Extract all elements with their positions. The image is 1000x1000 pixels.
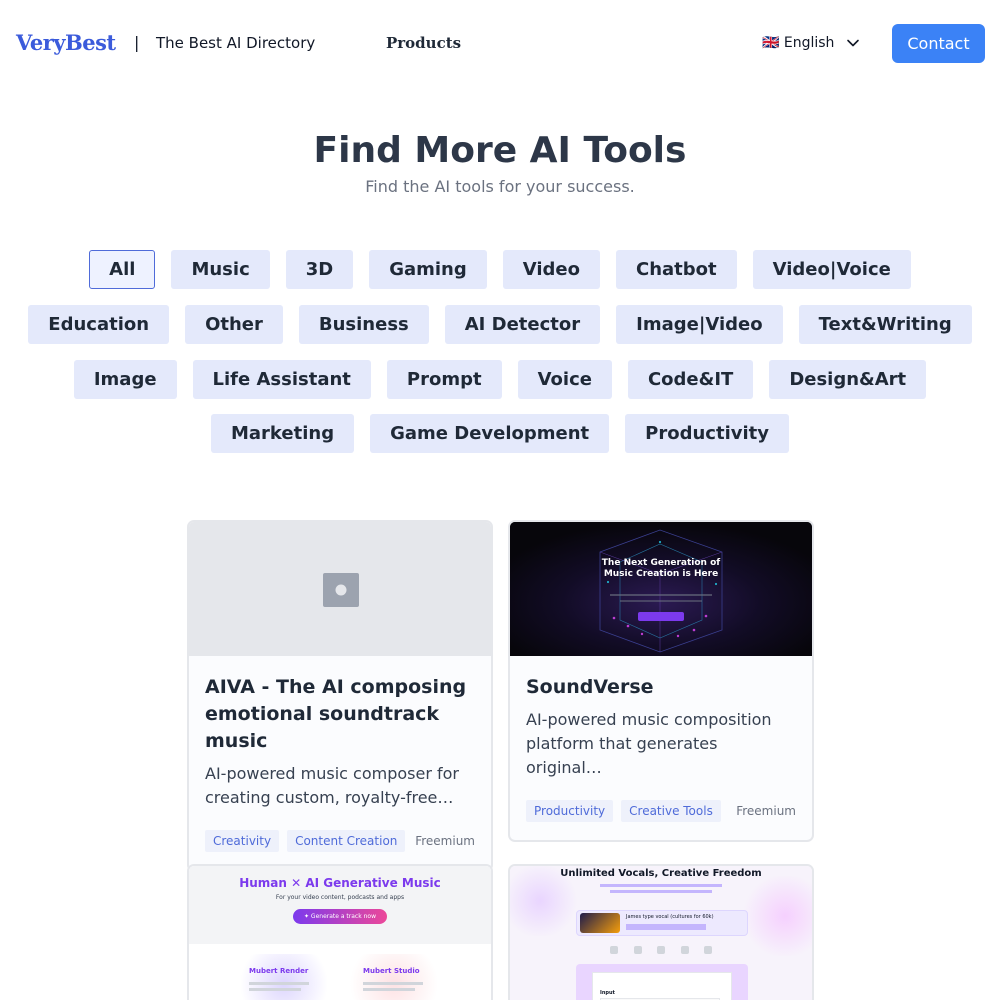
pricing-badge: Freemium bbox=[736, 804, 796, 818]
category-business[interactable]: Business bbox=[298, 305, 429, 344]
card-thumbnail: Human ✕ AI Generative Music For your vid… bbox=[189, 866, 491, 1000]
category-row-4: Marketing Game Development Productivity bbox=[0, 414, 1000, 453]
vocals-thumb-item: James type vocal (cultures for 60k) bbox=[626, 914, 714, 920]
site-header: VeryBest | The Best AI Directory Product… bbox=[0, 0, 1000, 88]
category-row-1: All Music 3D Gaming Video Chatbot Video|… bbox=[0, 250, 1000, 289]
mubert-col-2: Mubert Studio bbox=[363, 967, 420, 975]
category-image-video[interactable]: Image|Video bbox=[616, 305, 783, 344]
language-label: 🇬🇧 English bbox=[762, 35, 835, 51]
card-tag[interactable]: Content Creation bbox=[287, 830, 406, 852]
card-description: AI-powered music composer for creating c… bbox=[205, 764, 459, 807]
category-education[interactable]: Education bbox=[28, 305, 170, 344]
soundverse-screenshot bbox=[510, 522, 812, 656]
mubert-thumb-sub: For your video content, podcasts and app… bbox=[275, 894, 405, 901]
category-prompt[interactable]: Prompt bbox=[386, 360, 502, 399]
category-video[interactable]: Video bbox=[502, 250, 600, 289]
card-tag[interactable]: Creative Tools bbox=[621, 800, 721, 822]
category-3d[interactable]: 3D bbox=[285, 250, 354, 289]
category-productivity[interactable]: Productivity bbox=[625, 414, 789, 453]
tool-card-soundverse[interactable]: The Next Generation of Music Creation is… bbox=[508, 520, 814, 842]
tool-card-mubert[interactable]: Human ✕ AI Generative Music For your vid… bbox=[187, 864, 493, 1000]
page-title: Find More AI Tools bbox=[313, 130, 687, 171]
category-video-voice[interactable]: Video|Voice bbox=[752, 250, 911, 289]
chevron-down-icon bbox=[847, 39, 860, 47]
page-subtitle: Find the AI tools for your success. bbox=[365, 177, 635, 196]
category-gaming[interactable]: Gaming bbox=[369, 250, 487, 289]
card-tag[interactable]: Productivity bbox=[526, 800, 614, 822]
category-image[interactable]: Image bbox=[73, 360, 177, 399]
soundverse-thumb-heading: The Next Generation of Music Creation is… bbox=[601, 558, 721, 579]
category-row-2: Education Other Business AI Detector Ima… bbox=[0, 305, 1000, 344]
header-separator: | bbox=[134, 33, 140, 52]
category-row-3: Image Life Assistant Prompt Voice Code&I… bbox=[0, 360, 1000, 399]
category-life-assistant[interactable]: Life Assistant bbox=[192, 360, 371, 399]
vocals-thumb-heading: Unlimited Vocals, Creative Freedom bbox=[560, 868, 762, 879]
category-marketing[interactable]: Marketing bbox=[211, 414, 355, 453]
category-voice[interactable]: Voice bbox=[517, 360, 612, 399]
card-description: AI-powered music composition platform th… bbox=[526, 710, 772, 777]
site-tagline: The Best AI Directory bbox=[156, 34, 316, 52]
mubert-generate-button: ✦ Generate a track now bbox=[293, 909, 387, 924]
category-music[interactable]: Music bbox=[171, 250, 270, 289]
logo[interactable]: VeryBest bbox=[16, 30, 116, 55]
contact-button[interactable]: Contact bbox=[892, 24, 985, 63]
tool-card-aiva[interactable]: AIVA - The AI composing emotional soundt… bbox=[187, 520, 493, 872]
category-design-art[interactable]: Design&Art bbox=[769, 360, 927, 399]
category-game-development[interactable]: Game Development bbox=[370, 414, 610, 453]
category-other[interactable]: Other bbox=[185, 305, 283, 344]
language-selector[interactable]: 🇬🇧 English bbox=[762, 35, 860, 51]
tool-card-vocals[interactable]: Unlimited Vocals, Creative Freedom James… bbox=[508, 864, 814, 1000]
category-all[interactable]: All bbox=[89, 250, 156, 289]
card-tag[interactable]: Creativity bbox=[205, 830, 280, 852]
mubert-col-1: Mubert Render bbox=[249, 967, 309, 975]
image-placeholder-icon bbox=[323, 573, 359, 607]
category-chatbot[interactable]: Chatbot bbox=[616, 250, 737, 289]
card-thumbnail-placeholder bbox=[189, 522, 491, 656]
mubert-thumb-heading: Human ✕ AI Generative Music bbox=[239, 876, 441, 890]
card-title[interactable]: SoundVerse bbox=[526, 674, 796, 701]
category-ai-detector[interactable]: AI Detector bbox=[444, 305, 601, 344]
card-thumbnail: Unlimited Vocals, Creative Freedom James… bbox=[510, 866, 812, 1000]
card-title[interactable]: AIVA - The AI composing emotional soundt… bbox=[205, 674, 475, 755]
pricing-badge: Freemium bbox=[415, 834, 475, 848]
vocals-thumb-input-label: Input bbox=[600, 990, 615, 996]
card-thumbnail: The Next Generation of Music Creation is… bbox=[510, 522, 812, 656]
category-text-writing[interactable]: Text&Writing bbox=[798, 305, 972, 344]
nav-products-link[interactable]: Products bbox=[386, 34, 461, 52]
category-code-it[interactable]: Code&IT bbox=[627, 360, 754, 399]
